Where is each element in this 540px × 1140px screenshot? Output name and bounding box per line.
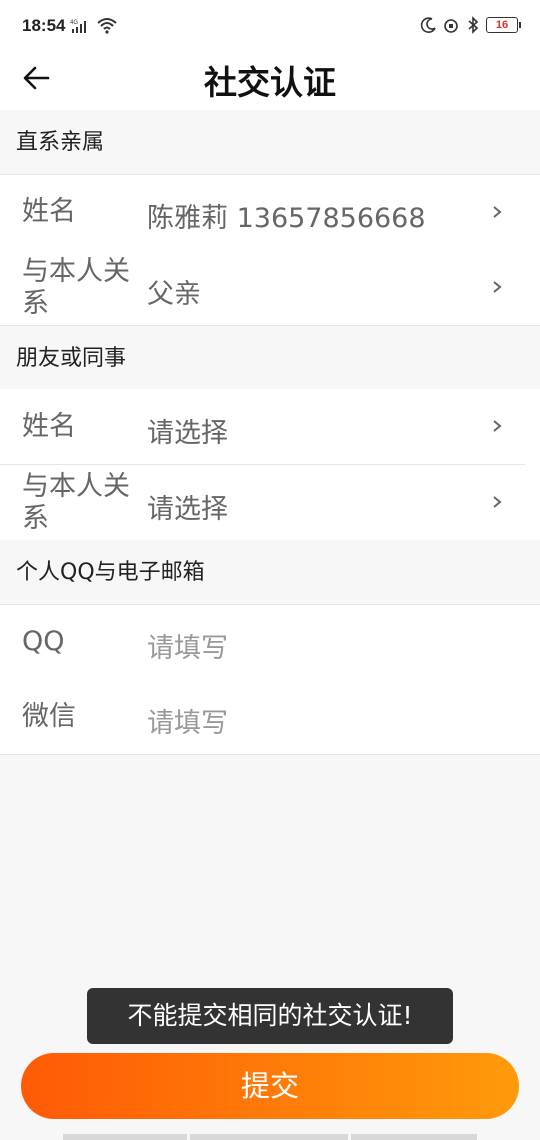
nav-handle <box>63 1134 187 1140</box>
wifi-icon <box>97 18 117 34</box>
divider <box>0 754 540 755</box>
family-card: 姓名 陈雅莉 13657856668 与本人关系 父亲 <box>0 174 540 325</box>
submit-button[interactable]: 提交 <box>21 1053 519 1119</box>
friend-name-row[interactable]: 姓名 请选择 <box>0 389 540 464</box>
contact-card: QQ 请填写 微信 请填写 <box>0 604 540 755</box>
chevron-right-icon <box>493 206 502 218</box>
nav-handle <box>190 1134 348 1140</box>
battery-icon: 16 <box>486 17 521 33</box>
bluetooth-icon <box>468 16 479 34</box>
family-name-value: 陈雅莉 13657856668 <box>147 203 426 234</box>
toast-message: 不能提交相同的社交认证! <box>87 988 453 1044</box>
section-heading-friend: 朋友或同事 <box>0 325 540 389</box>
qq-label: QQ <box>22 626 65 657</box>
page-title: 社交认证 <box>204 63 336 102</box>
wechat-label: 微信 <box>22 701 76 732</box>
nav-handle <box>351 1134 477 1140</box>
chevron-right-icon <box>493 281 502 293</box>
qq-row: QQ 请填写 <box>0 604 540 679</box>
section-heading-contact: 个人QQ与电子邮箱 <box>0 540 540 604</box>
family-relation-label: 与本人关系 <box>22 256 130 319</box>
qq-input[interactable]: 请填写 <box>147 626 228 665</box>
friend-card: 姓名 请选择 与本人关系 请选择 <box>0 389 540 540</box>
section-heading-family: 直系亲属 <box>0 110 540 174</box>
friend-name-label: 姓名 <box>22 411 76 442</box>
family-name-label: 姓名 <box>22 196 76 227</box>
cellular-signal-icon: 4G <box>70 20 86 33</box>
status-time: 18:54 <box>22 16 66 35</box>
wechat-row: 微信 请填写 <box>0 679 540 754</box>
alarm-icon <box>444 19 458 33</box>
friend-relation-label: 与本人关系 <box>22 471 130 534</box>
friend-name-placeholder: 请选择 <box>147 418 228 449</box>
family-relation-row[interactable]: 与本人关系 父亲 <box>0 250 540 325</box>
chevron-right-icon <box>493 496 502 508</box>
nav-bar: 社交认证 <box>0 52 540 110</box>
wechat-input[interactable]: 请填写 <box>147 701 228 740</box>
status-icons-right: 16 <box>420 16 521 34</box>
network-type-label: 4G <box>70 20 78 26</box>
moon-icon <box>420 17 436 33</box>
friend-relation-row[interactable]: 与本人关系 请选择 <box>0 465 540 540</box>
family-name-row[interactable]: 姓名 陈雅莉 13657856668 <box>0 174 540 250</box>
family-relation-value: 父亲 <box>147 279 201 310</box>
status-bar: 18:54 4G 16 <box>0 0 540 52</box>
friend-relation-placeholder: 请选择 <box>147 494 228 525</box>
chevron-right-icon <box>493 420 502 432</box>
